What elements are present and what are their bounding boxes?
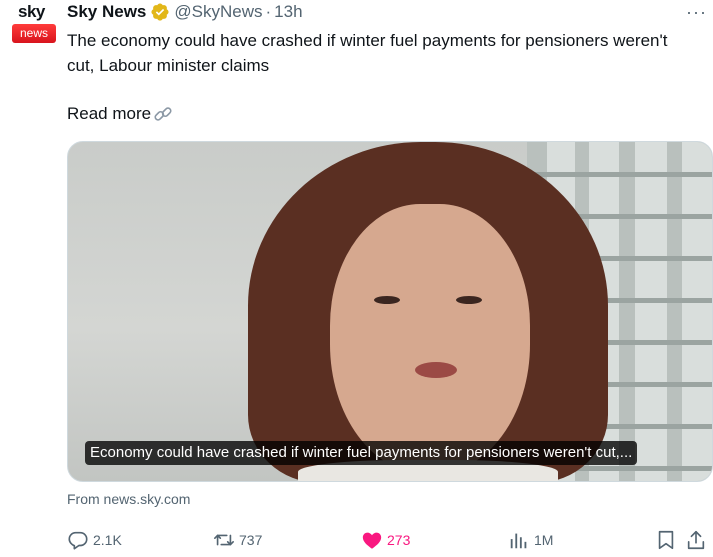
link-source[interactable]: From news.sky.com — [67, 491, 190, 507]
link-icon — [154, 106, 172, 121]
read-more-link[interactable]: Read more — [67, 101, 174, 126]
reply-count: 2.1K — [93, 532, 122, 548]
views-count: 1M — [534, 532, 554, 548]
heart-icon — [362, 532, 382, 549]
reply-button[interactable]: 2.1K — [67, 527, 122, 553]
share-button[interactable] — [685, 527, 711, 553]
reply-icon — [68, 531, 88, 550]
views-icon — [510, 533, 527, 549]
account-handle[interactable]: @SkyNews — [174, 2, 262, 22]
bookmark-button[interactable] — [655, 527, 681, 553]
more-options-icon[interactable]: ··· — [686, 2, 707, 23]
video-caption: Economy could have crashed if winter fue… — [85, 441, 638, 465]
avatar-sky-text: sky — [18, 2, 45, 21]
person-right-eye — [456, 296, 482, 304]
like-count: 273 — [387, 532, 411, 548]
header-separator: · — [265, 2, 272, 21]
person-mouth — [415, 362, 457, 378]
views-button[interactable]: 1M — [508, 527, 553, 553]
person-left-eye — [374, 296, 400, 304]
avatar-news-badge: news — [12, 24, 56, 43]
account-name[interactable]: Sky News — [67, 2, 146, 22]
avatar[interactable]: sky news — [8, 0, 56, 48]
share-icon — [687, 530, 705, 550]
repost-icon — [214, 534, 234, 546]
read-more-label: Read more — [67, 104, 152, 123]
video-media[interactable]: Economy could have crashed if winter fue… — [67, 141, 713, 482]
tweet-text: The economy could have crashed if winter… — [67, 31, 668, 75]
verified-badge-icon[interactable] — [150, 2, 170, 22]
person-face — [330, 204, 530, 474]
repost-button[interactable]: 737 — [213, 527, 262, 553]
tweet-header: Sky News @SkyNews · 13h — [67, 1, 303, 23]
like-button[interactable]: 273 — [361, 527, 410, 553]
repost-count: 737 — [239, 532, 263, 548]
bookmark-icon — [658, 530, 674, 550]
tweet-actions: 2.1K 737 273 1M — [67, 527, 707, 553]
tweet-timestamp[interactable]: 13h — [274, 2, 302, 22]
